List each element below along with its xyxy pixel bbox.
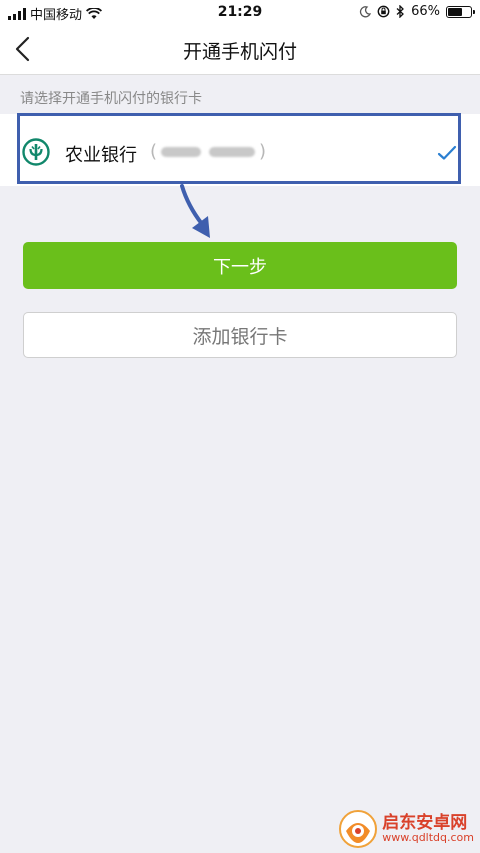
- annotation-highlight-box: [17, 113, 461, 184]
- watermark: 启东安卓网 www.qdltdq.com: [338, 809, 474, 849]
- add-bank-card-button[interactable]: 添加银行卡: [23, 312, 457, 358]
- watermark-name: 启东安卓网: [382, 812, 468, 833]
- watermark-url: www.qdltdq.com: [382, 831, 474, 845]
- status-right: 66%: [359, 4, 475, 19]
- rotation-lock-icon: [377, 5, 390, 18]
- battery-icon: [446, 5, 475, 18]
- status-bar: 中国移动 21:29 66%: [0, 0, 480, 24]
- bluetooth-icon: [396, 5, 405, 18]
- nav-bar: 开通手机闪付: [0, 24, 480, 75]
- page-title: 开通手机闪付: [182, 41, 297, 63]
- next-step-button[interactable]: 下一步: [23, 242, 457, 289]
- watermark-logo-icon: [339, 810, 378, 848]
- annotation-arrow-icon: [180, 184, 210, 238]
- battery-fill: [448, 7, 462, 16]
- battery-percent: 66%: [411, 4, 440, 19]
- watermark-text: 启东安卓网 www.qdltdq.com: [382, 812, 474, 845]
- moon-icon: [360, 5, 372, 17]
- section-hint: 请选择开通手机闪付的银行卡: [20, 91, 202, 107]
